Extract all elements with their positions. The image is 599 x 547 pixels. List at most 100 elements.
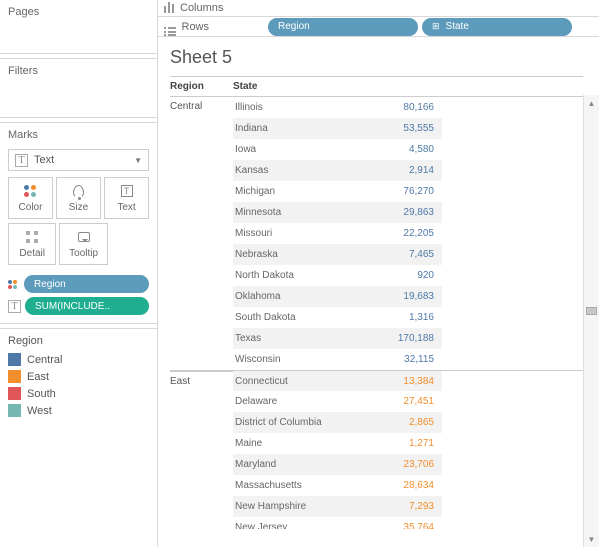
region-cell xyxy=(170,328,233,349)
tooltip-mark-button[interactable]: Tooltip xyxy=(59,223,107,265)
state-cell: Illinois xyxy=(233,97,380,118)
legend-item[interactable]: West xyxy=(8,402,149,419)
value-cell: 53,555 xyxy=(380,118,442,139)
table-row[interactable]: District of Columbia2,865 xyxy=(170,412,583,433)
columns-icon xyxy=(164,1,174,16)
state-cell: Maryland xyxy=(233,454,380,475)
scroll-up-button[interactable]: ▲ xyxy=(584,95,599,111)
table-row[interactable]: Delaware27,451 xyxy=(170,391,583,412)
value-cell: 2,865 xyxy=(380,412,442,433)
table-row[interactable]: South Dakota1,316 xyxy=(170,307,583,328)
sum-include-pill[interactable]: SUM(INCLUDE.. xyxy=(25,297,149,315)
table-row[interactable]: Michigan76,270 xyxy=(170,181,583,202)
mark-type-dropdown[interactable]: T Text ▼ xyxy=(8,149,149,171)
legend-swatch xyxy=(8,404,21,417)
shelf-pill-state[interactable]: ⊞State xyxy=(422,18,572,36)
value-cell: 22,205 xyxy=(380,223,442,244)
scroll-down-button[interactable]: ▼ xyxy=(584,531,599,547)
state-cell: Missouri xyxy=(233,223,380,244)
value-cell: 80,166 xyxy=(380,97,442,118)
color-mark-button[interactable]: Color xyxy=(8,177,53,219)
legend-item[interactable]: East xyxy=(8,368,149,385)
state-cell: New Jersey xyxy=(233,517,380,529)
legend-label: South xyxy=(27,388,56,400)
marks-title: Marks xyxy=(4,129,153,141)
pages-title: Pages xyxy=(8,6,149,18)
table-row[interactable]: Missouri22,205 xyxy=(170,223,583,244)
left-panel: Pages Filters Marks T Text ▼ Color xyxy=(0,0,158,547)
size-icon xyxy=(73,183,84,199)
value-cell: 2,914 xyxy=(380,160,442,181)
columns-label: Columns xyxy=(180,2,223,14)
table-row[interactable]: North Dakota920 xyxy=(170,265,583,286)
region-cell xyxy=(170,307,233,328)
state-cell: District of Columbia xyxy=(233,412,380,433)
table-row[interactable]: Kansas2,914 xyxy=(170,160,583,181)
legend-title: Region xyxy=(8,335,149,347)
table-row[interactable]: Wisconsin32,115 xyxy=(170,349,583,370)
state-cell: Maine xyxy=(233,433,380,454)
region-cell xyxy=(170,286,233,307)
table-row[interactable]: Texas170,188 xyxy=(170,328,583,349)
state-column-header[interactable]: State xyxy=(233,81,383,92)
region-cell xyxy=(170,244,233,265)
table-row[interactable]: New Jersey35,764 xyxy=(170,517,583,529)
table-row[interactable]: Minnesota29,863 xyxy=(170,202,583,223)
state-cell: Texas xyxy=(233,328,380,349)
region-cell xyxy=(170,202,233,223)
shelf-pill-region[interactable]: Region xyxy=(268,18,418,36)
table-row[interactable]: Maryland23,706 xyxy=(170,454,583,475)
value-cell: 1,316 xyxy=(380,307,442,328)
table-row[interactable]: Oklahoma19,683 xyxy=(170,286,583,307)
region-column-header[interactable]: Region xyxy=(170,81,233,92)
expand-icon: ⊞ xyxy=(432,21,440,32)
region-cell: East xyxy=(170,371,233,391)
state-cell: Massachusetts xyxy=(233,475,380,496)
table-row[interactable]: Indiana53,555 xyxy=(170,118,583,139)
table-row[interactable]: CentralIllinois80,166 xyxy=(170,97,583,118)
table-row[interactable]: Nebraska7,465 xyxy=(170,244,583,265)
value-cell: 76,270 xyxy=(380,181,442,202)
size-mark-button[interactable]: Size xyxy=(56,177,101,219)
legend-label: East xyxy=(27,371,49,383)
right-panel: Columns Rows Region⊞State Sheet 5 Region… xyxy=(158,0,599,547)
pages-shelf[interactable]: Pages xyxy=(0,0,157,54)
detail-icon xyxy=(26,229,38,245)
color-icon xyxy=(24,183,38,199)
sheet-view: Sheet 5 Region State CentralIllinois80,1… xyxy=(158,37,599,547)
region-cell xyxy=(170,517,233,529)
legend-label: Central xyxy=(27,354,62,366)
table-row[interactable]: Massachusetts28,634 xyxy=(170,475,583,496)
state-cell: Connecticut xyxy=(233,371,380,391)
table-row[interactable]: Maine1,271 xyxy=(170,433,583,454)
rows-shelf[interactable]: Rows Region⊞State xyxy=(158,17,599,37)
region-legend: Region Central East South West xyxy=(0,328,157,425)
state-cell: Iowa xyxy=(233,139,380,160)
detail-mark-button[interactable]: Detail xyxy=(8,223,56,265)
filters-shelf[interactable]: Filters xyxy=(0,58,157,118)
legend-swatch xyxy=(8,353,21,366)
data-table: Region State CentralIllinois80,166Indian… xyxy=(170,76,583,529)
sum-pill-row[interactable]: T SUM(INCLUDE.. xyxy=(8,297,149,315)
region-pill-row[interactable]: Region xyxy=(8,275,149,293)
chevron-down-icon: ▼ xyxy=(134,156,142,165)
legend-item[interactable]: South xyxy=(8,385,149,402)
value-cell: 29,863 xyxy=(380,202,442,223)
mark-type-label: Text xyxy=(34,154,54,166)
text-mark-button[interactable]: T Text xyxy=(104,177,149,219)
table-row[interactable]: EastConnecticut13,384 xyxy=(170,370,583,391)
region-cell xyxy=(170,160,233,181)
scroll-thumb[interactable] xyxy=(586,307,597,315)
state-cell: Indiana xyxy=(233,118,380,139)
value-cell: 920 xyxy=(380,265,442,286)
region-cell xyxy=(170,412,233,433)
legend-item[interactable]: Central xyxy=(8,351,149,368)
vertical-scrollbar[interactable]: ▲ ▼ xyxy=(583,95,599,547)
table-row[interactable]: Iowa4,580 xyxy=(170,139,583,160)
columns-shelf[interactable]: Columns xyxy=(158,0,599,17)
value-cell: 4,580 xyxy=(380,139,442,160)
rows-icon xyxy=(164,17,176,36)
region-pill[interactable]: Region xyxy=(24,275,149,293)
table-row[interactable]: New Hampshire7,293 xyxy=(170,496,583,517)
state-cell: Oklahoma xyxy=(233,286,380,307)
